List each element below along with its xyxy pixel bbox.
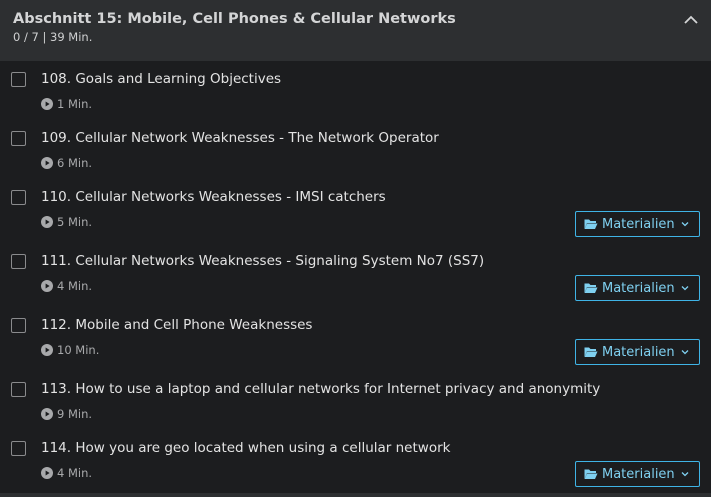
resources-label: Materialien	[602, 466, 675, 482]
lecture-duration: 6 Min.	[41, 156, 92, 170]
play-icon	[41, 408, 53, 420]
duration-text: 1 Min.	[57, 97, 93, 111]
folder-open-icon	[584, 283, 598, 293]
folder-open-icon	[584, 347, 598, 357]
lecture-duration: 10 Min.	[41, 343, 99, 357]
chevron-down-icon	[681, 350, 689, 355]
section-divider	[0, 493, 711, 497]
lecture-title[interactable]: 108. Goals and Learning Objectives	[41, 71, 281, 88]
lecture-duration: 1 Min.	[41, 97, 92, 111]
lecture-checkbox[interactable]	[11, 254, 26, 269]
lecture-checkbox[interactable]	[11, 131, 26, 146]
chevron-down-icon	[681, 222, 689, 227]
resources-button[interactable]: Materialien	[575, 211, 700, 237]
duration-text: 10 Min.	[57, 343, 100, 357]
play-icon	[41, 280, 53, 292]
duration-text: 6 Min.	[57, 156, 93, 170]
lecture-duration: 9 Min.	[41, 407, 92, 421]
lecture-duration: 5 Min.	[41, 215, 92, 229]
lecture-title[interactable]: 109. Cellular Network Weaknesses - The N…	[41, 130, 439, 147]
section-header[interactable]: Abschnitt 15: Mobile, Cell Phones & Cell…	[0, 0, 711, 61]
lecture-title[interactable]: 114. How you are geo located when using …	[41, 440, 450, 457]
lecture-duration: 4 Min.	[41, 466, 92, 480]
resources-label: Materialien	[602, 280, 675, 296]
chevron-up-icon[interactable]	[683, 12, 699, 26]
resources-button[interactable]: Materialien	[575, 461, 700, 487]
section-progress: 0 / 7 | 39 Min.	[13, 30, 93, 44]
resources-label: Materialien	[602, 216, 675, 232]
lecture-title[interactable]: 112. Mobile and Cell Phone Weaknesses	[41, 317, 312, 334]
chevron-down-icon	[681, 286, 689, 291]
chevron-down-icon	[681, 472, 689, 477]
lecture-checkbox[interactable]	[11, 72, 26, 87]
lecture-checkbox[interactable]	[11, 441, 26, 456]
play-icon	[41, 98, 53, 110]
play-icon	[41, 157, 53, 169]
lecture-title[interactable]: 110. Cellular Networks Weaknesses - IMSI…	[41, 189, 386, 206]
play-icon	[41, 344, 53, 356]
lecture-checkbox[interactable]	[11, 318, 26, 333]
duration-text: 5 Min.	[57, 215, 93, 229]
duration-text: 9 Min.	[57, 407, 93, 421]
duration-text: 4 Min.	[57, 279, 93, 293]
play-icon	[41, 467, 53, 479]
folder-open-icon	[584, 469, 598, 479]
folder-open-icon	[584, 219, 598, 229]
resources-button[interactable]: Materialien	[575, 275, 700, 301]
lecture-checkbox[interactable]	[11, 382, 26, 397]
resources-button[interactable]: Materialien	[575, 339, 700, 365]
lecture-duration: 4 Min.	[41, 279, 92, 293]
play-icon	[41, 216, 53, 228]
lecture-checkbox[interactable]	[11, 190, 26, 205]
lecture-title[interactable]: 113. How to use a laptop and cellular ne…	[41, 381, 600, 398]
lecture-title[interactable]: 111. Cellular Networks Weaknesses - Sign…	[41, 253, 484, 270]
resources-label: Materialien	[602, 344, 675, 360]
duration-text: 4 Min.	[57, 466, 93, 480]
section-title: Abschnitt 15: Mobile, Cell Phones & Cell…	[13, 11, 456, 27]
